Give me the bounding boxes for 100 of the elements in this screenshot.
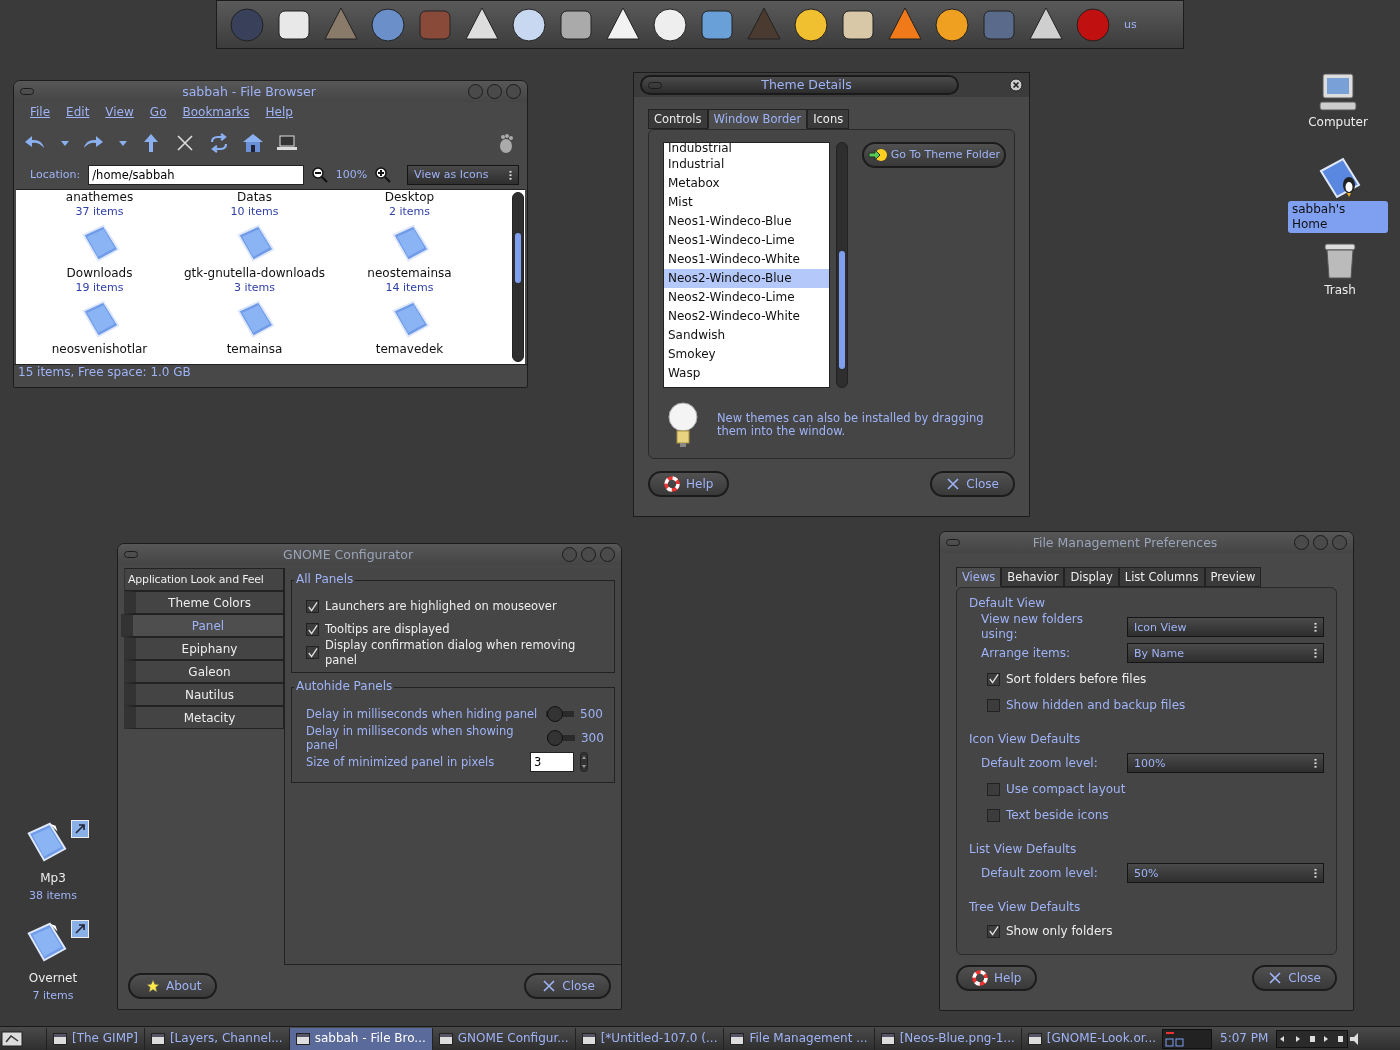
list-item[interactable]: Industrial: [664, 155, 829, 175]
dropdown[interactable]: By Name: [1127, 643, 1324, 664]
category-header[interactable]: Application Look and Feel: [124, 568, 284, 591]
help-button[interactable]: Help: [956, 965, 1038, 992]
setting-label: Arrange items:: [981, 645, 1072, 661]
scrollbar[interactable]: [512, 192, 524, 362]
section-title: List View Defaults: [969, 842, 1078, 859]
list-item[interactable]: Neos1-Windeco-Blue: [664, 212, 829, 232]
icon-label[interactable]: Computer: [1304, 114, 1372, 131]
list-item[interactable]: Indubstrial: [664, 143, 829, 156]
checkbox-label: Sort folders before files: [1006, 671, 1147, 687]
tab[interactable]: Preview: [1204, 567, 1262, 588]
taskbar-button[interactable]: [GNOME-Look.or...: [1020, 1027, 1163, 1050]
spin-arrows-icon[interactable]: [580, 752, 588, 772]
checkbox[interactable]: [987, 672, 1000, 686]
window-icon: [438, 1032, 453, 1045]
list-item[interactable]: Neos2-Windeco-White: [664, 307, 829, 327]
file-name[interactable]: Desktop: [384, 190, 435, 205]
file-name[interactable]: gtk-gnutella-downloads: [183, 266, 326, 281]
checkbox[interactable]: [987, 698, 1000, 712]
go-to-folder-button[interactable]: Go To Theme Folder: [861, 142, 1006, 169]
icon-label[interactable]: Mp3: [36, 870, 70, 887]
keyboard-layout-label[interactable]: us: [1124, 17, 1137, 32]
icon-label[interactable]: Overnet: [24, 970, 82, 987]
taskbar-button[interactable]: File Management ...: [723, 1027, 874, 1050]
list-item[interactable]: Neos1-Windeco-Lime: [664, 231, 829, 251]
status-bar-text: 15 items, Free space: 1.0 GB: [18, 365, 191, 379]
list-item[interactable]: Neos2-Windeco-Blue: [664, 269, 829, 289]
file-name[interactable]: temainsa: [226, 342, 283, 357]
media-controls-icon[interactable]: [1276, 1029, 1349, 1048]
sidebar-item[interactable]: Nautilus: [124, 683, 284, 706]
checkbox[interactable]: [306, 600, 319, 613]
checkbox[interactable]: [306, 646, 319, 659]
location-field[interactable]: /home/sabbah: [88, 165, 304, 185]
menu-item[interactable]: Bookmarks: [174, 105, 258, 120]
list-item[interactable]: Sandwish: [664, 326, 829, 346]
file-name[interactable]: Datas: [237, 190, 272, 205]
list-item[interactable]: Neos1-Windeco-White: [664, 250, 829, 270]
menu-item[interactable]: Help: [257, 105, 301, 120]
file-name[interactable]: temavedek: [375, 342, 444, 357]
checkbox[interactable]: [306, 623, 319, 636]
file-name[interactable]: Downloads: [66, 266, 133, 281]
tab[interactable]: Display: [1064, 567, 1119, 588]
menu-item[interactable]: View: [97, 105, 142, 120]
close-button[interactable]: Close: [524, 973, 611, 999]
menu-icon[interactable]: [0, 1028, 24, 1049]
taskbar-button[interactable]: sabbah - File Bro...: [288, 1027, 432, 1050]
tab[interactable]: Behavior: [1001, 567, 1065, 588]
icon-label[interactable]: Trash: [1320, 282, 1360, 299]
menu-item[interactable]: Go: [141, 105, 175, 120]
spin-field[interactable]: 3: [530, 752, 574, 772]
sidebar-item[interactable]: Galeon: [124, 660, 284, 683]
close-button[interactable]: [1009, 78, 1023, 92]
tab[interactable]: List Columns: [1118, 567, 1205, 588]
taskbar-button[interactable]: [Neos-Blue.png-1...: [873, 1027, 1021, 1050]
about-button[interactable]: About: [128, 973, 218, 999]
file-name[interactable]: anathemes: [65, 190, 134, 205]
checkbox[interactable]: [987, 808, 1000, 822]
taskbar-button[interactable]: [The GIMP]: [46, 1027, 144, 1050]
dropdown[interactable]: 50%: [1127, 863, 1324, 884]
home-icon[interactable]: [242, 132, 264, 154]
lifebuoy-icon: [972, 970, 988, 987]
sidebar-item[interactable]: Panel: [121, 614, 284, 637]
list-item[interactable]: Smokey: [664, 345, 829, 365]
file-name[interactable]: neosvenishotlar: [51, 342, 148, 357]
taskbar-button[interactable]: [Layers, Channel...: [143, 1027, 289, 1050]
tab[interactable]: Controls: [648, 109, 708, 130]
view-mode-dropdown[interactable]: View as Icons: [407, 165, 519, 185]
sidebar-item[interactable]: Theme Colors: [124, 591, 284, 614]
list-item[interactable]: Metabox: [664, 174, 829, 194]
menu-item[interactable]: File: [22, 105, 59, 120]
list-item[interactable]: Mist: [664, 193, 829, 213]
tab[interactable]: Views: [956, 567, 1002, 588]
zoom-in-icon[interactable]: [375, 167, 392, 183]
icon-label[interactable]: sabbah's Home: [1288, 201, 1388, 233]
scrollbar[interactable]: [835, 142, 848, 389]
close-button[interactable]: Close: [930, 471, 1015, 498]
help-button[interactable]: Help: [648, 471, 730, 498]
tab[interactable]: Window Border: [707, 109, 808, 130]
list-item[interactable]: Wasp: [664, 364, 829, 384]
slider-value: 300: [580, 730, 605, 746]
list-item[interactable]: Neos2-Windeco-Lime: [664, 288, 829, 308]
checkbox[interactable]: [987, 924, 1000, 938]
slider-thumb[interactable]: [547, 730, 564, 746]
sidebar-item[interactable]: Metacity: [124, 706, 284, 729]
taskbar-button[interactable]: GNOME Configur...: [431, 1027, 575, 1050]
zoom-out-icon[interactable]: [311, 167, 328, 183]
close-button[interactable]: Close: [1252, 965, 1337, 992]
slider-thumb[interactable]: [546, 706, 563, 722]
checkbox[interactable]: [987, 782, 1000, 796]
reload-icon[interactable]: [208, 132, 230, 154]
dropdown[interactable]: 100%: [1127, 753, 1324, 774]
menu-item[interactable]: Edit: [58, 105, 98, 120]
dropdown[interactable]: Icon View: [1127, 617, 1324, 638]
sidebar-item[interactable]: Epiphany: [124, 637, 284, 660]
taskbar-button[interactable]: [*Untitled-107.0 (...: [574, 1027, 724, 1050]
workspace-switcher[interactable]: [1162, 1028, 1213, 1049]
window-title: sabbah - File Browser: [181, 83, 317, 100]
file-name[interactable]: neostemainsa: [367, 266, 452, 281]
tab[interactable]: Icons: [807, 109, 850, 130]
